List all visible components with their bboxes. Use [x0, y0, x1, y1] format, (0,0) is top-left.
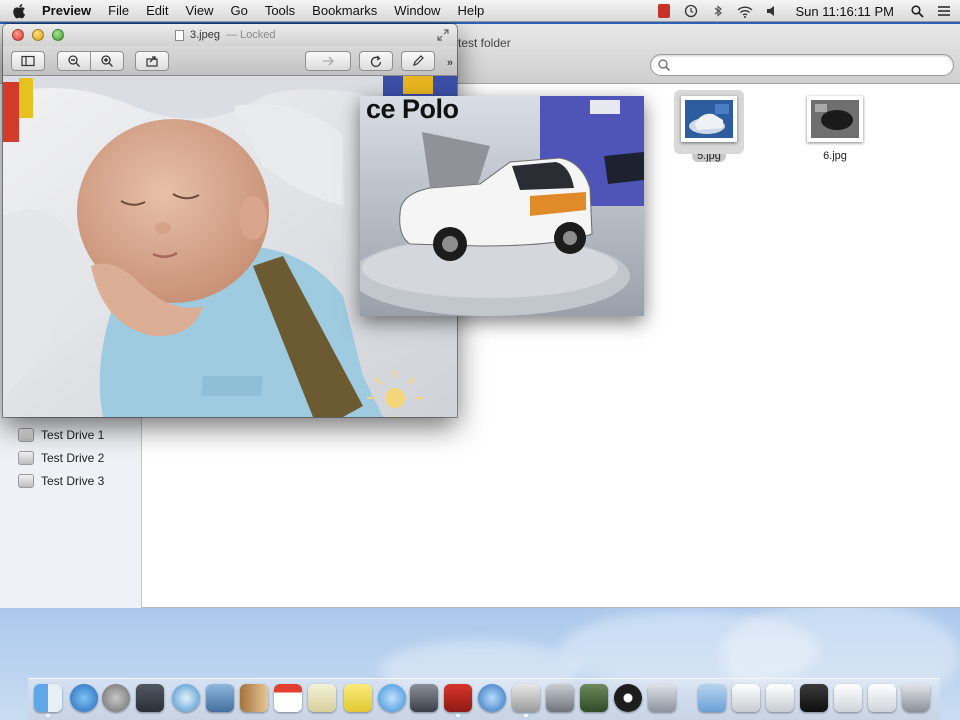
share-icon — [146, 56, 158, 67]
downloads-icon[interactable] — [834, 684, 862, 712]
preview-title-bar[interactable]: 3.jpeg — Locked — [3, 24, 457, 46]
wifi-icon[interactable] — [737, 4, 753, 18]
file-thumbnail — [807, 96, 863, 142]
file-name-label: 6.jpg — [823, 150, 847, 162]
drive-icon — [18, 428, 34, 442]
document-icon[interactable] — [868, 684, 896, 712]
window-thumbnail-icon[interactable] — [800, 684, 828, 712]
arrow-icon — [323, 56, 334, 66]
sidebar-item-test-drive-1[interactable]: Test Drive 1 — [18, 426, 104, 444]
menu-bookmarks[interactable]: Bookmarks — [312, 3, 377, 18]
menu-file[interactable]: File — [108, 3, 129, 18]
file-item-6-jpg[interactable]: 6.jpg — [790, 96, 880, 162]
flag-status-icon[interactable] — [656, 4, 672, 18]
zoom-out-button[interactable] — [57, 51, 91, 71]
toolbar-overflow-chevron-icon[interactable]: » — [447, 57, 453, 69]
zoom-button[interactable] — [52, 29, 64, 41]
menu-clock[interactable]: Sun 11:16:11 PM — [795, 4, 894, 19]
document-name: 3.jpeg — [190, 29, 220, 41]
terminal-icon[interactable] — [580, 684, 608, 712]
sidebar-item-test-drive-2[interactable]: Test Drive 2 — [18, 449, 104, 467]
menu-window[interactable]: Window — [394, 3, 440, 18]
zoom-in-icon — [101, 55, 113, 67]
arrow-tool-button[interactable] — [305, 51, 351, 71]
preview-icon[interactable] — [512, 684, 540, 712]
car-photo-overlay: ce Polo — [360, 96, 644, 316]
drive-icon — [18, 451, 34, 465]
document-stack-icon[interactable] — [732, 684, 760, 712]
document-title: 3.jpeg — Locked — [175, 29, 276, 41]
mail-icon[interactable] — [206, 684, 234, 712]
document-locked-status[interactable]: — Locked — [226, 29, 276, 41]
preview-toolbar: » — [3, 46, 457, 76]
showroom-sign-text: ce Polo — [366, 96, 459, 124]
calendar-icon[interactable] — [274, 684, 302, 712]
rotate-button[interactable] — [359, 51, 393, 71]
finder-search-field[interactable] — [650, 54, 954, 76]
facetime-icon[interactable] — [410, 684, 438, 712]
app-store-icon[interactable] — [70, 684, 98, 712]
close-button[interactable] — [12, 29, 24, 41]
time-machine-icon[interactable] — [683, 4, 699, 18]
sidebar-item-test-drive-3[interactable]: Test Drive 3 — [18, 472, 104, 490]
system-preferences-icon[interactable] — [546, 684, 574, 712]
annotate-button[interactable] — [401, 51, 435, 71]
finder-window-title: test folder — [458, 36, 511, 50]
menu-view[interactable]: View — [186, 3, 214, 18]
fullscreen-icon[interactable] — [437, 29, 449, 41]
running-indicator — [46, 714, 50, 717]
zoom-out-icon — [68, 55, 80, 67]
trash-icon[interactable] — [902, 684, 930, 712]
notification-list-icon[interactable] — [936, 4, 952, 18]
file-thumbnail — [681, 96, 737, 142]
search-icon — [658, 59, 671, 72]
notes-icon[interactable] — [308, 684, 336, 712]
sidebar-item-label: Test Drive 1 — [41, 428, 105, 442]
zoom-in-button[interactable] — [90, 51, 124, 71]
spotlight-icon[interactable] — [909, 4, 925, 18]
menu-tools[interactable]: Tools — [265, 3, 295, 18]
document-stack-icon[interactable] — [766, 684, 794, 712]
apple-menu-icon[interactable] — [12, 3, 26, 19]
document-proxy-icon[interactable] — [175, 29, 184, 41]
rotate-icon — [370, 55, 382, 67]
contacts-icon[interactable] — [240, 684, 268, 712]
sidebar-icon — [21, 55, 35, 67]
activity-monitor-icon[interactable] — [614, 684, 642, 712]
sidebar-item-label: Test Drive 2 — [41, 451, 105, 465]
minimize-button[interactable] — [32, 29, 44, 41]
running-indicator — [456, 714, 460, 717]
sidebar-toggle-button[interactable] — [11, 51, 45, 71]
launchpad-icon[interactable] — [102, 684, 130, 712]
mission-control-icon[interactable] — [136, 684, 164, 712]
menu-help[interactable]: Help — [457, 3, 484, 18]
messages-icon[interactable] — [378, 684, 406, 712]
volume-icon[interactable] — [764, 4, 780, 18]
car-photo-image — [360, 96, 644, 316]
itunes-icon[interactable] — [478, 684, 506, 712]
share-button[interactable] — [135, 51, 169, 71]
image-capture-icon[interactable] — [648, 684, 676, 712]
menu-app-name[interactable]: Preview — [42, 3, 91, 18]
folder-icon[interactable] — [698, 684, 726, 712]
running-indicator — [524, 714, 528, 717]
sidebar-item-label: Test Drive 3 — [41, 474, 105, 488]
bluetooth-icon[interactable] — [710, 4, 726, 18]
pencil-icon — [413, 55, 424, 66]
photo-booth-icon[interactable] — [444, 684, 472, 712]
status-menu-area: Sun 11:16:11 PM — [656, 0, 952, 22]
finder-icon[interactable] — [34, 684, 62, 712]
file-item-5-jpg[interactable]: 5.jpg — [664, 90, 754, 162]
safari-icon[interactable] — [172, 684, 200, 712]
menu-go[interactable]: Go — [230, 3, 247, 18]
menu-bar: Preview File Edit View Go Tools Bookmark… — [0, 0, 960, 22]
drive-icon — [18, 474, 34, 488]
menu-edit[interactable]: Edit — [146, 3, 168, 18]
reminders-icon[interactable] — [344, 684, 372, 712]
